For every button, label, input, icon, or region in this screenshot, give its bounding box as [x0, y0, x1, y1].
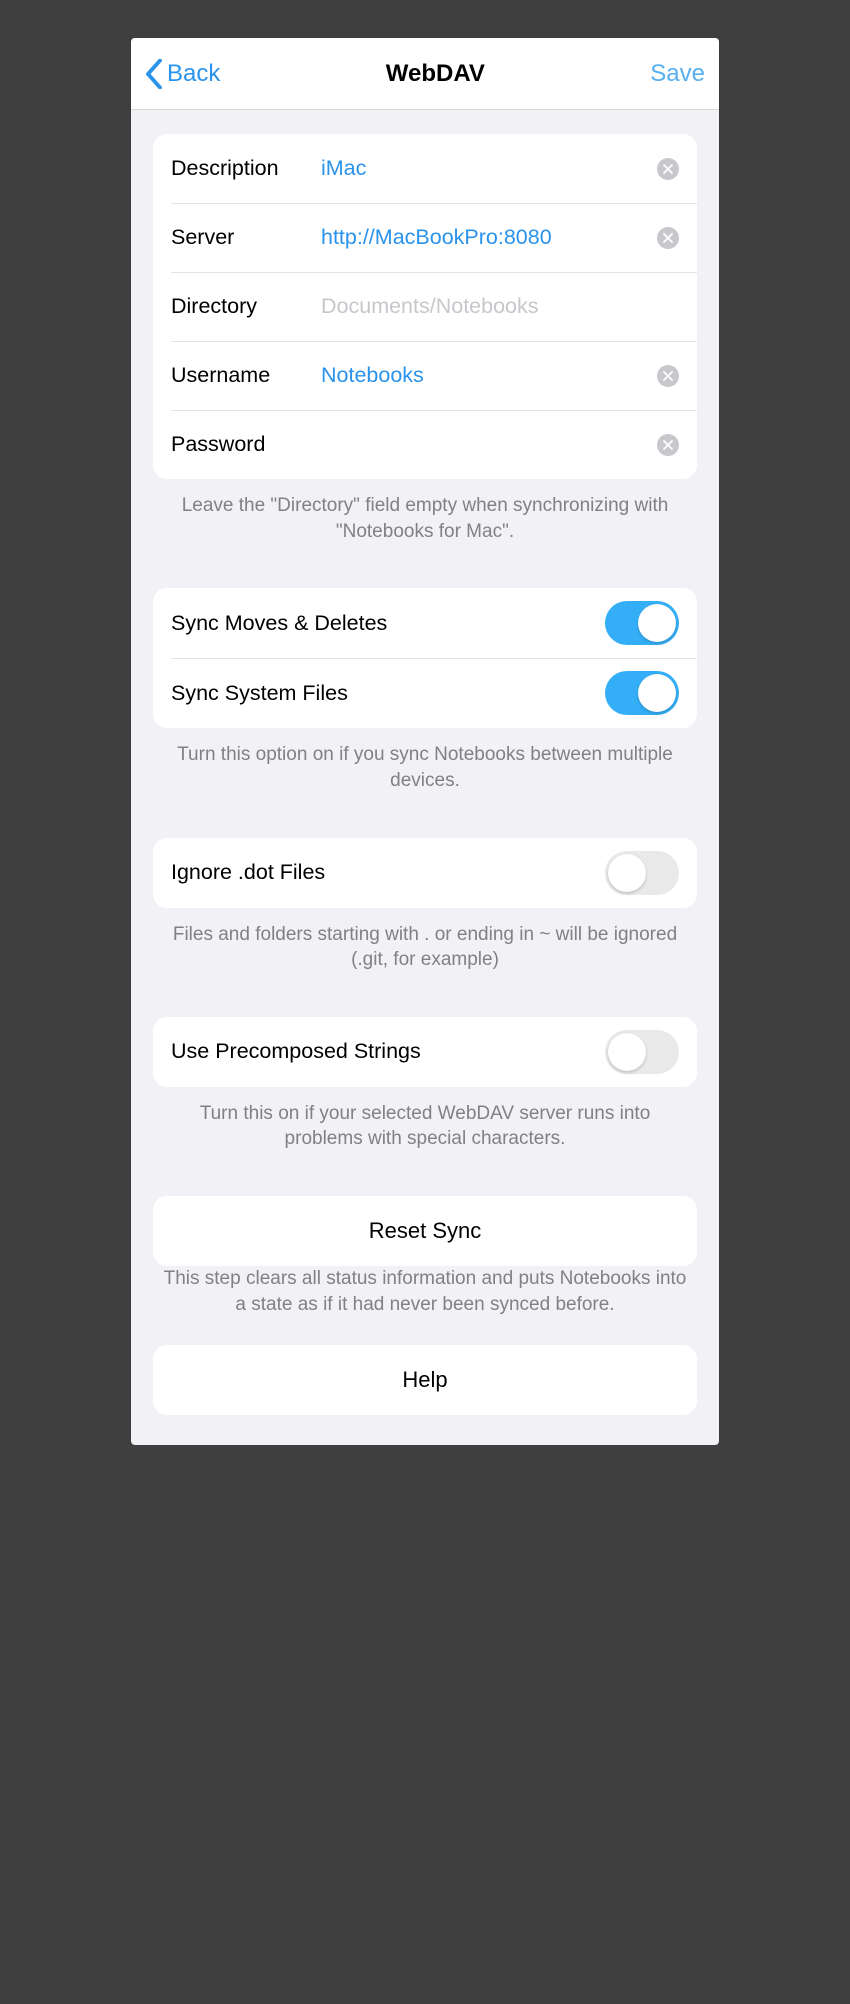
page-title: WebDAV — [386, 60, 485, 88]
sync-moves-row: Sync Moves & Deletes — [153, 588, 697, 658]
back-label: Back — [167, 60, 220, 88]
help-group: Help — [153, 1345, 697, 1415]
reset-sync-group: Reset Sync — [153, 1196, 697, 1266]
precomposed-toggle[interactable] — [605, 1030, 679, 1074]
directory-row: Directory — [153, 272, 697, 341]
directory-label: Directory — [171, 294, 321, 319]
ignore-dot-toggle[interactable] — [605, 851, 679, 895]
server-input[interactable] — [321, 221, 649, 254]
chevron-left-icon — [145, 59, 163, 89]
ignore-dot-label: Ignore .dot Files — [171, 860, 325, 885]
precomposed-footer: Turn this on if your selected WebDAV ser… — [153, 1101, 697, 1152]
sync-system-row: Sync System Files — [153, 658, 697, 728]
close-icon — [663, 164, 673, 174]
username-row: Username — [153, 341, 697, 410]
sync-system-label: Sync System Files — [171, 681, 348, 706]
webdav-settings-screen: Back WebDAV Save Description Server — [131, 38, 719, 1445]
reset-footer: This step clears all status information … — [153, 1266, 697, 1317]
ignore-dot-group: Ignore .dot Files — [153, 838, 697, 908]
username-input[interactable] — [321, 359, 649, 392]
sync-footer: Turn this option on if you sync Notebook… — [153, 742, 697, 793]
ignore-dot-row: Ignore .dot Files — [153, 838, 697, 908]
clear-server-button[interactable] — [657, 227, 679, 249]
description-label: Description — [171, 156, 321, 181]
server-label: Server — [171, 225, 321, 250]
precomposed-label: Use Precomposed Strings — [171, 1039, 421, 1064]
description-input[interactable] — [321, 152, 649, 185]
precomposed-group: Use Precomposed Strings — [153, 1017, 697, 1087]
password-row: Password — [153, 410, 697, 479]
server-fields-group: Description Server Directory — [153, 134, 697, 479]
sync-system-toggle[interactable] — [605, 671, 679, 715]
password-input[interactable] — [321, 428, 649, 461]
ignore-dot-footer: Files and folders starting with . or end… — [153, 922, 697, 973]
clear-username-button[interactable] — [657, 365, 679, 387]
close-icon — [663, 440, 673, 450]
clear-description-button[interactable] — [657, 158, 679, 180]
password-label: Password — [171, 432, 321, 457]
precomposed-row: Use Precomposed Strings — [153, 1017, 697, 1087]
help-button[interactable]: Help — [153, 1345, 697, 1415]
back-button[interactable]: Back — [145, 59, 220, 89]
sync-toggles-group: Sync Moves & Deletes Sync System Files — [153, 588, 697, 728]
username-label: Username — [171, 363, 321, 388]
reset-sync-button[interactable]: Reset Sync — [153, 1196, 697, 1266]
close-icon — [663, 371, 673, 381]
close-icon — [663, 233, 673, 243]
directory-input[interactable] — [321, 290, 679, 323]
server-footer: Leave the "Directory" field empty when s… — [153, 493, 697, 544]
save-button[interactable]: Save — [650, 60, 705, 88]
content: Description Server Directory — [131, 110, 719, 1445]
sync-moves-toggle[interactable] — [605, 601, 679, 645]
server-row: Server — [153, 203, 697, 272]
description-row: Description — [153, 134, 697, 203]
sync-moves-label: Sync Moves & Deletes — [171, 611, 387, 636]
clear-password-button[interactable] — [657, 434, 679, 456]
navbar: Back WebDAV Save — [131, 38, 719, 110]
